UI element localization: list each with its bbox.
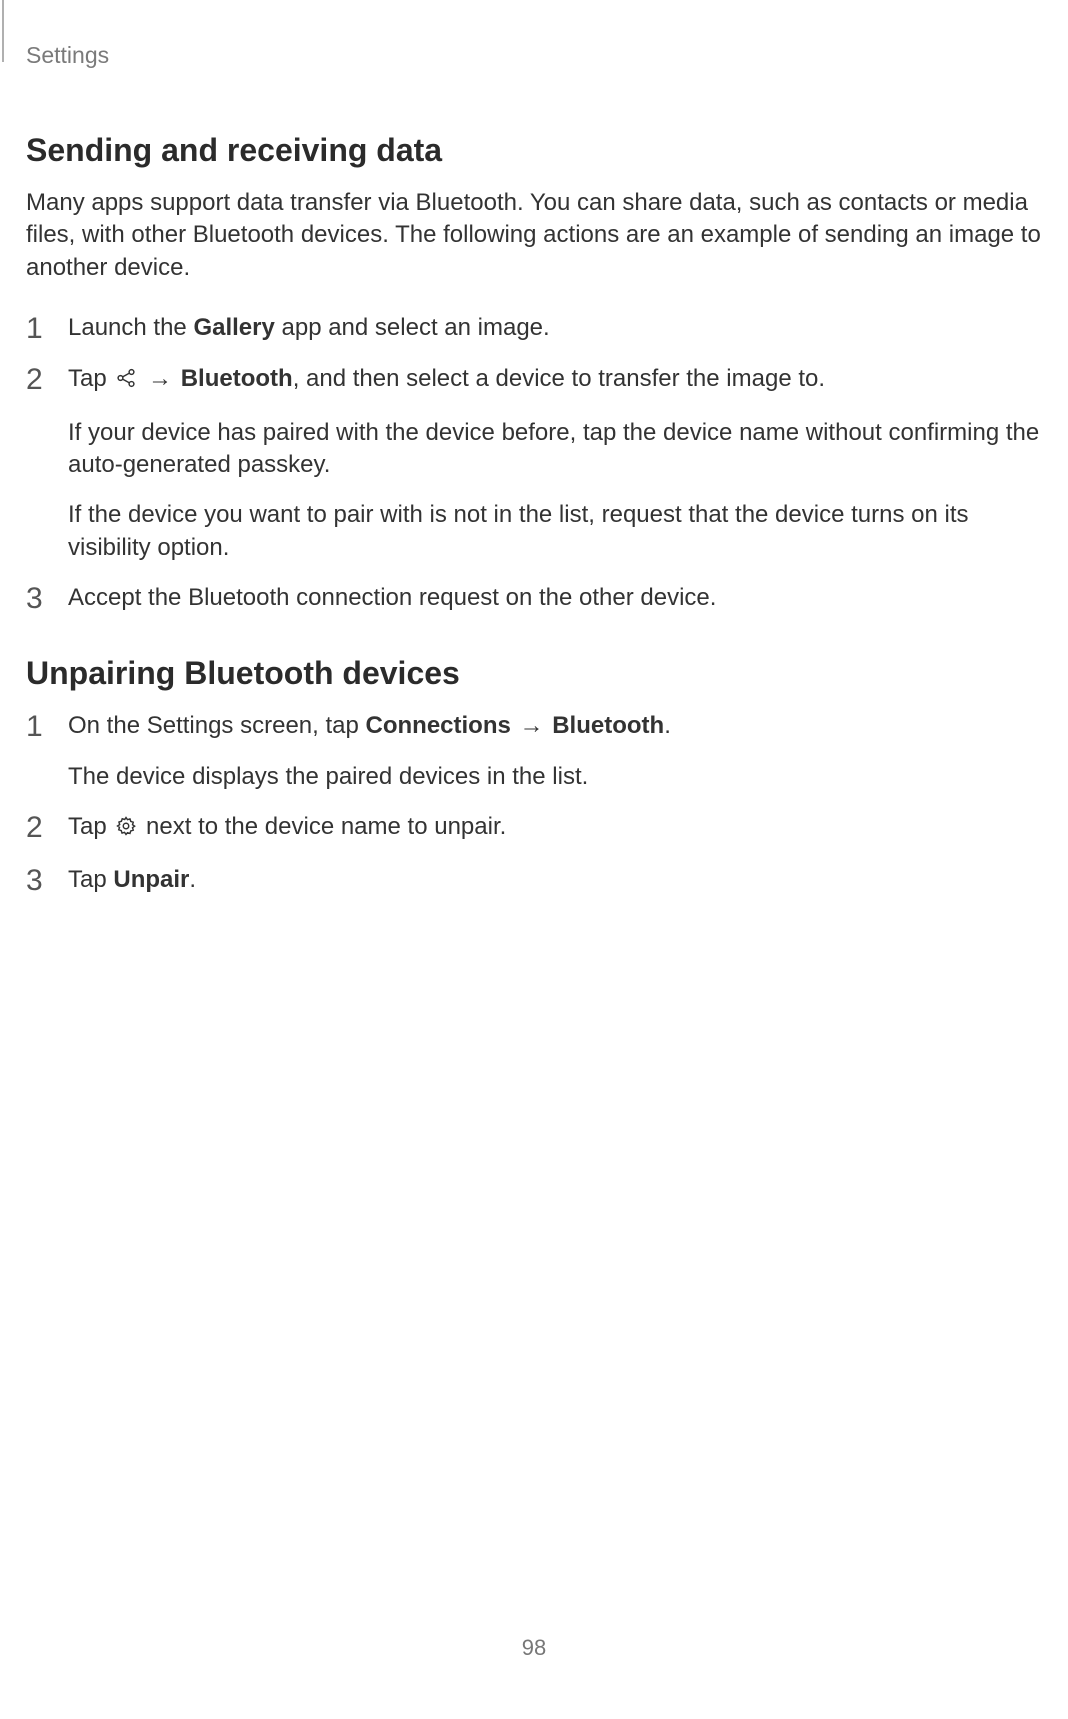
- step-text-bold: Gallery: [193, 314, 274, 341]
- step-text: app and select an image.: [275, 314, 550, 341]
- step-text: next to the device name to unpair.: [139, 813, 506, 840]
- step-number: 2: [26, 811, 68, 844]
- step-text-bold: Bluetooth: [552, 712, 664, 739]
- step-text: Tap: [68, 866, 113, 893]
- step-item: 1 On the Settings screen, tap Connection…: [26, 710, 1042, 793]
- step-text: If your device has paired with the devic…: [68, 417, 1042, 482]
- page-number: 98: [0, 1635, 1068, 1661]
- page-content: Sending and receiving data Many apps sup…: [0, 132, 1068, 897]
- step-item: 1 Launch the Gallery app and select an i…: [26, 312, 1042, 345]
- section-title-unpairing: Unpairing Bluetooth devices: [26, 655, 1042, 692]
- step-text: If the device you want to pair with is n…: [68, 499, 1042, 564]
- step-text: .: [189, 866, 196, 893]
- step-number: 3: [26, 864, 68, 897]
- step-item: 2 Tap next to the device name to unpair.: [26, 811, 1042, 846]
- gear-icon: [115, 814, 137, 846]
- step-text-bold: Unpair: [113, 866, 189, 893]
- step-body: Tap → Bluetooth, and then select a devic…: [68, 363, 1042, 564]
- step-body: Accept the Bluetooth connection request …: [68, 582, 1042, 614]
- arrow-text: →: [513, 712, 550, 739]
- page-edge-rule: [2, 0, 4, 62]
- steps-unpairing: 1 On the Settings screen, tap Connection…: [26, 710, 1042, 897]
- step-body: Launch the Gallery app and select an ima…: [68, 312, 1042, 344]
- step-body: Tap next to the device name to unpair.: [68, 811, 1042, 846]
- step-item: 3 Accept the Bluetooth connection reques…: [26, 582, 1042, 615]
- steps-sending: 1 Launch the Gallery app and select an i…: [26, 312, 1042, 615]
- step-text: Tap: [68, 813, 113, 840]
- arrow-text: →: [141, 365, 178, 392]
- step-number: 2: [26, 363, 68, 396]
- step-text-bold: Connections: [366, 712, 511, 739]
- step-number: 3: [26, 582, 68, 615]
- step-text-bold: Bluetooth: [181, 365, 293, 392]
- step-text: The device displays the paired devices i…: [68, 761, 1042, 793]
- section-title-sending: Sending and receiving data: [26, 132, 1042, 169]
- step-text: , and then select a device to transfer t…: [293, 365, 825, 392]
- share-icon: [115, 366, 137, 398]
- step-text: Accept the Bluetooth connection request …: [68, 582, 1042, 614]
- step-text: On the Settings screen, tap: [68, 712, 366, 739]
- step-text: Tap: [68, 365, 113, 392]
- step-item: 3 Tap Unpair.: [26, 864, 1042, 897]
- step-number: 1: [26, 312, 68, 345]
- intro-paragraph: Many apps support data transfer via Blue…: [26, 187, 1042, 284]
- step-text: .: [664, 712, 671, 739]
- step-body: On the Settings screen, tap Connections …: [68, 710, 1042, 793]
- header-section-label: Settings: [26, 42, 109, 69]
- step-body: Tap Unpair.: [68, 864, 1042, 896]
- step-text: Launch the: [68, 314, 193, 341]
- step-number: 1: [26, 710, 68, 743]
- step-item: 2 Tap → Bluetooth, and then select a dev…: [26, 363, 1042, 564]
